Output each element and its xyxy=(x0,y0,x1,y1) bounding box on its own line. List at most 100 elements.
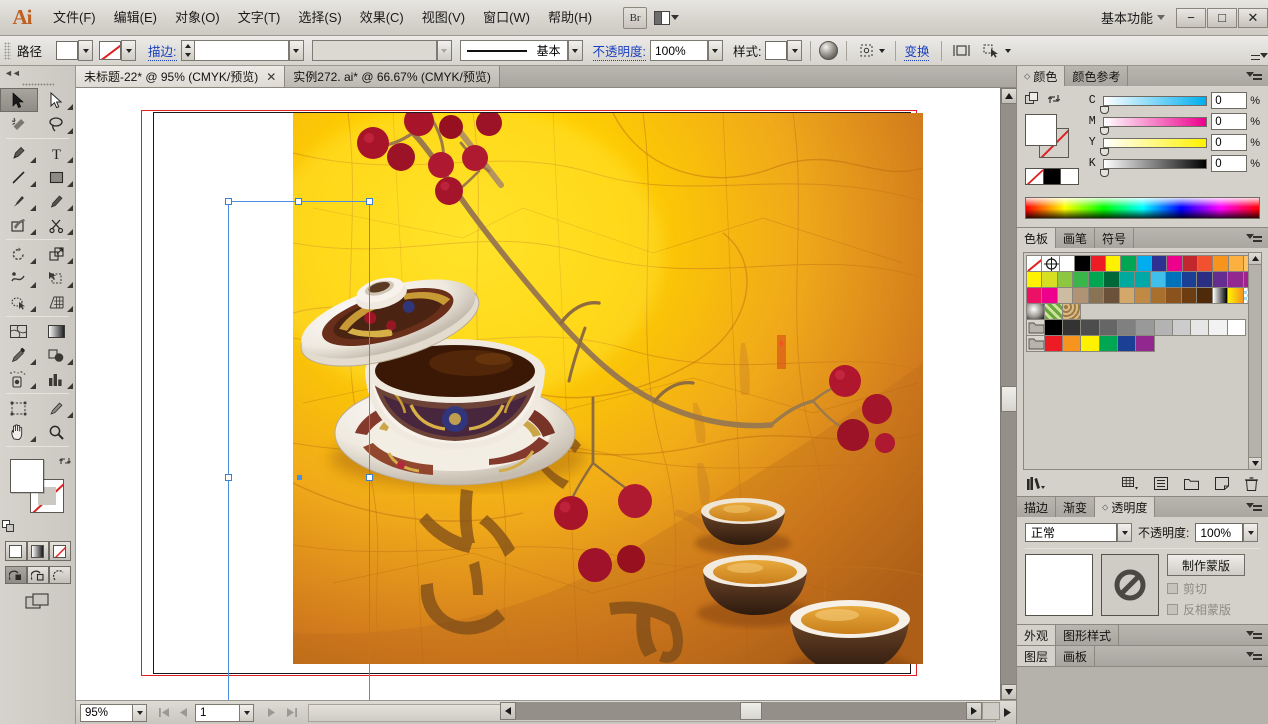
tab-stroke[interactable]: 描边 xyxy=(1017,497,1057,517)
swatch-color[interactable] xyxy=(1103,286,1120,304)
tab-transparency[interactable]: ⬦ 透明度 xyxy=(1095,497,1156,517)
black-swatch[interactable] xyxy=(1042,169,1062,184)
swatch-color[interactable] xyxy=(1226,318,1247,336)
invert-mask-checkbox-row[interactable]: 反相蒙版 xyxy=(1167,601,1260,618)
swatch-color[interactable] xyxy=(1135,254,1153,272)
artboard-tool[interactable] xyxy=(0,396,38,420)
zoom-level-control[interactable]: 95% xyxy=(80,703,147,722)
type-tool[interactable]: T xyxy=(38,141,76,165)
tab-color-guide[interactable]: 颜色参考 xyxy=(1065,66,1129,86)
tab-graphic-styles[interactable]: 图形样式 xyxy=(1056,625,1120,645)
swatch-color[interactable] xyxy=(1135,318,1155,336)
rotate-tool[interactable] xyxy=(0,242,38,266)
swatch-color[interactable] xyxy=(1089,254,1107,272)
swatch-color[interactable] xyxy=(1080,318,1100,336)
swatch-color[interactable] xyxy=(1072,270,1089,288)
blend-mode-input[interactable]: 正常 xyxy=(1025,523,1117,542)
document-tab-example-272[interactable]: 实例272. ai* @ 66.67% (CMYK/预览) xyxy=(285,66,500,87)
zoom-tool[interactable] xyxy=(38,420,76,444)
tab-gradient[interactable]: 渐变 xyxy=(1056,497,1096,517)
none-button[interactable] xyxy=(48,541,71,561)
zoom-level-dropdown-button[interactable] xyxy=(132,703,147,722)
tools-panel-collapse-button[interactable]: ◄◄ xyxy=(0,66,75,80)
swatch-options-icon[interactable] xyxy=(1154,477,1168,493)
opacity-input[interactable]: 100% xyxy=(649,40,708,61)
pencil-tool[interactable] xyxy=(38,189,76,213)
stroke-weight-dropdown-button[interactable] xyxy=(288,40,304,61)
swatch-libraries-icon[interactable] xyxy=(1027,476,1045,494)
canvas-horizontal-scrollbar[interactable] xyxy=(500,702,1000,720)
panel-fill-swatch[interactable] xyxy=(1025,114,1057,146)
swatch-color[interactable] xyxy=(1025,286,1043,304)
swatches-scrollbar[interactable] xyxy=(1248,253,1261,469)
opacity-label[interactable]: 不透明度: xyxy=(592,41,646,61)
canvas-area[interactable] xyxy=(76,88,1016,700)
delete-swatch-icon[interactable] xyxy=(1245,476,1258,494)
free-transform-tool[interactable] xyxy=(38,266,76,290)
scroll-left-button[interactable] xyxy=(500,702,516,720)
select-similar-objects-icon[interactable] xyxy=(980,41,1002,61)
swatch-color[interactable] xyxy=(1074,254,1091,272)
last-artboard-button[interactable] xyxy=(282,704,300,722)
draw-behind-button[interactable] xyxy=(26,566,49,584)
scroll-thumb-vertical[interactable] xyxy=(1001,386,1017,412)
swatch-pattern-globe[interactable] xyxy=(1025,302,1045,320)
swatch-color[interactable] xyxy=(1151,254,1168,272)
transparency-panel-flyout-menu[interactable] xyxy=(1246,497,1268,517)
menu-type[interactable]: 文字(T) xyxy=(229,5,290,31)
none-swatch[interactable] xyxy=(1026,169,1043,184)
swatch-color[interactable] xyxy=(1212,254,1229,272)
swatch-color[interactable] xyxy=(1165,286,1182,304)
blob-brush-tool[interactable] xyxy=(0,213,38,237)
swatch-pattern-texture[interactable] xyxy=(1062,302,1082,320)
swatch-color[interactable] xyxy=(1098,318,1118,336)
tab-artboards[interactable]: 画板 xyxy=(1056,646,1096,666)
make-mask-button[interactable]: 制作蒙版 xyxy=(1167,554,1245,576)
menu-file[interactable]: 文件(F) xyxy=(44,5,105,31)
scissors-tool[interactable] xyxy=(38,213,76,237)
channel-slider-y[interactable] xyxy=(1100,137,1208,156)
swatch-color[interactable] xyxy=(1149,286,1167,304)
artboard-number-input[interactable]: 1 xyxy=(195,703,239,722)
pen-tool[interactable] xyxy=(0,141,38,165)
workspace-chevron-down-icon[interactable] xyxy=(1157,15,1165,20)
swatches-scroll-down-button[interactable] xyxy=(1249,457,1261,469)
menu-view[interactable]: 视图(V) xyxy=(413,5,474,31)
channel-value-y[interactable]: 0 xyxy=(1211,134,1248,151)
swatch-color[interactable] xyxy=(1062,334,1082,352)
swatches-scroll-up-button[interactable] xyxy=(1249,253,1261,265)
menu-effect[interactable]: 效果(C) xyxy=(351,5,413,31)
swatch-color[interactable] xyxy=(1153,318,1173,336)
swatch-color[interactable] xyxy=(1149,270,1167,288)
channel-value-m[interactable]: 0 xyxy=(1211,113,1248,130)
selection-handle-top-right[interactable] xyxy=(366,198,373,205)
draw-normal-button[interactable] xyxy=(4,566,27,584)
layers-panel-flyout-menu[interactable] xyxy=(1246,646,1268,666)
tab-symbols[interactable]: 符号 xyxy=(1095,228,1135,248)
close-icon[interactable]: ✕ xyxy=(266,70,276,84)
show-swatch-kinds-icon[interactable] xyxy=(1122,477,1138,493)
swatch-color[interactable] xyxy=(1165,270,1182,288)
blend-tool[interactable] xyxy=(38,343,76,367)
swatch-color[interactable] xyxy=(1227,270,1244,288)
swap-fill-stroke-icon[interactable] xyxy=(1047,92,1061,109)
gradient-button[interactable] xyxy=(26,541,49,561)
transform-link[interactable]: 变换 xyxy=(904,41,930,61)
brush-definition-input[interactable]: 基本 xyxy=(459,40,568,61)
swatch-color[interactable] xyxy=(1062,318,1082,336)
menu-window[interactable]: 窗口(W) xyxy=(474,5,539,31)
swatch-group-folder[interactable] xyxy=(1025,318,1045,336)
channel-value-c[interactable]: 0 xyxy=(1211,92,1248,109)
perspective-grid-tool[interactable] xyxy=(38,290,76,314)
gradient-tool[interactable] xyxy=(38,319,76,343)
swatch-pattern-leaf[interactable] xyxy=(1043,302,1064,320)
select-similar-dropdown-icon[interactable] xyxy=(1002,40,1014,61)
isolate-dropdown-icon[interactable] xyxy=(877,40,887,61)
color-spectrum-bar[interactable] xyxy=(1025,197,1260,219)
swatch-color[interactable] xyxy=(1041,270,1058,288)
menu-help[interactable]: 帮助(H) xyxy=(539,5,601,31)
swatch-color[interactable] xyxy=(1196,270,1213,288)
graphic-style-dropdown-button[interactable] xyxy=(787,40,803,61)
selection-handle-middle-right[interactable] xyxy=(366,473,373,481)
swatch-color[interactable] xyxy=(1227,254,1245,272)
